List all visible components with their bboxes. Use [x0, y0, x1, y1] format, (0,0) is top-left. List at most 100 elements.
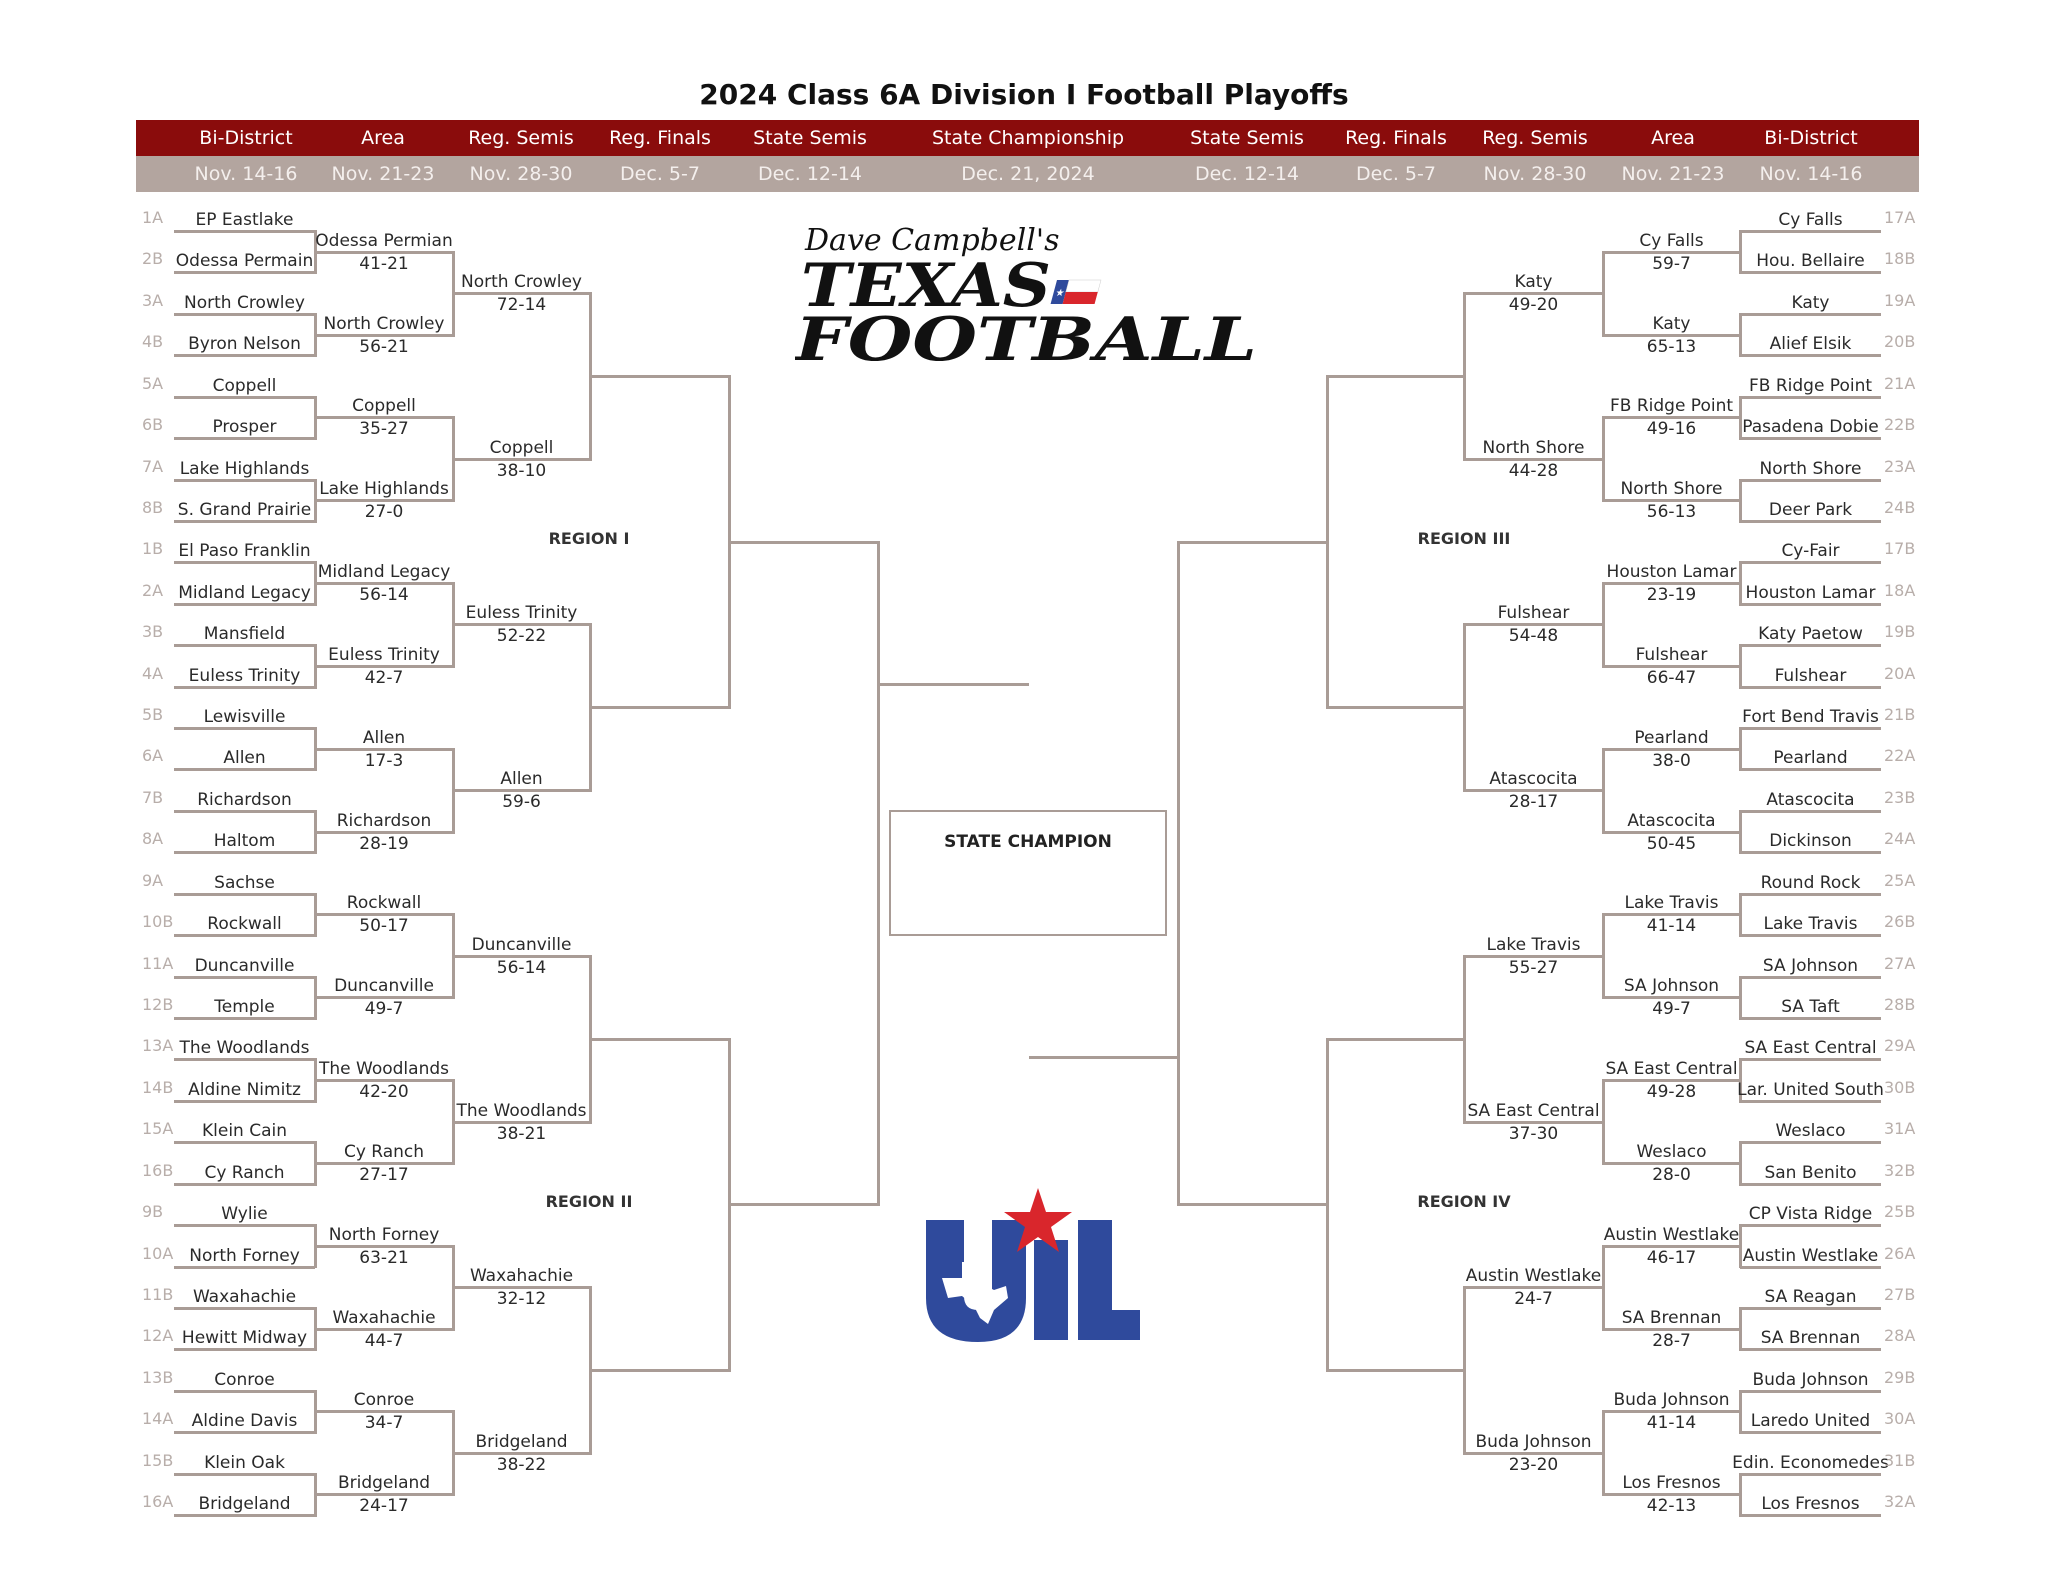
seed-label: 4A [142, 663, 164, 683]
bracket-line [174, 644, 315, 648]
team-name: Cy-Fair [1781, 541, 1840, 562]
team-name: Dickinson [1769, 831, 1852, 852]
seed-label: 4B [142, 332, 164, 352]
winner-name: Atascocita [1627, 810, 1716, 831]
seed-label: 25B [1884, 1202, 1916, 1222]
team-name: Temple [214, 996, 275, 1017]
game-score: 28-19 [359, 833, 409, 854]
bracket-line [174, 519, 315, 523]
seed-label: 21A [1884, 373, 1916, 393]
game-score: 42-13 [1646, 1496, 1697, 1517]
seed-label: 28B [1884, 994, 1916, 1014]
game-score: 34-7 [364, 1413, 404, 1434]
round-dates: Dec. 12-14 [757, 163, 863, 185]
seed-label: 22B [1884, 415, 1916, 435]
game-score: 38-0 [1652, 750, 1691, 771]
game-score: 44-28 [1508, 460, 1559, 481]
winner-name: North Forney [328, 1224, 440, 1245]
bracket-line [1740, 809, 1881, 813]
svg-text:FOOTBALL: FOOTBALL [795, 305, 1257, 370]
bracket-line [174, 1348, 315, 1352]
seed-label: 9B [142, 1202, 164, 1222]
team-name: Bridgeland [198, 1494, 291, 1515]
bracket-line [1740, 1058, 1881, 1062]
round-dates: Dec. 5-7 [1356, 163, 1436, 185]
team-name: Lar. United South [1737, 1079, 1884, 1100]
bracket-line [1178, 540, 1327, 544]
game-score: 38-10 [496, 460, 547, 481]
winner-name: Buda Johnson [1613, 1390, 1730, 1411]
game-score: 59-7 [1652, 253, 1691, 274]
seed-label: 3A [142, 290, 164, 310]
bracket-line [174, 1472, 315, 1476]
winner-name: Waxahachie [332, 1307, 436, 1328]
seed-label: 18B [1884, 249, 1916, 269]
bracket-line [174, 354, 315, 358]
bracket-line [174, 1224, 315, 1228]
game-score: 27-17 [359, 1164, 409, 1185]
seed-label: 6A [142, 746, 164, 766]
round-name: Bi-District [199, 127, 293, 149]
winner-name: Houston Lamar [1606, 562, 1737, 583]
round-dates: Dec. 5-7 [620, 163, 700, 185]
bracket-line [590, 374, 729, 378]
game-score: 49-7 [364, 999, 404, 1020]
seed-label: 2A [142, 580, 164, 600]
team-name: Hewitt Midway [181, 1328, 308, 1349]
team-name: Odessa Permain [175, 251, 314, 272]
team-name: North Forney [189, 1245, 300, 1266]
seed-label: 10B [142, 912, 174, 932]
game-score: 56-14 [359, 585, 409, 606]
winner-name: Atascocita [1489, 769, 1578, 790]
seed-label: 6B [142, 415, 164, 435]
team-name: EP Eastlake [195, 210, 294, 230]
seed-label: 31B [1884, 1450, 1916, 1470]
bracket-line [174, 312, 315, 316]
bracket-line [174, 1099, 315, 1103]
bracket-line [174, 561, 315, 565]
game-score: 54-48 [1508, 626, 1559, 647]
round-dates: Nov. 14-16 [1759, 163, 1863, 185]
winner-name: Coppell [352, 396, 416, 417]
round-name: State Semis [753, 127, 867, 149]
game-score: 55-27 [1508, 957, 1559, 978]
game-score: 65-13 [1646, 336, 1697, 357]
team-name: Klein Oak [204, 1452, 285, 1473]
game-score: 17-3 [364, 750, 404, 771]
game-score: 38-22 [496, 1454, 547, 1475]
team-name: Lake Travis [1763, 914, 1858, 935]
team-name: Wylie [221, 1204, 268, 1225]
bracket-line [174, 768, 315, 772]
round-name: Reg. Semis [468, 127, 574, 149]
team-name: Katy Paetow [1758, 624, 1863, 645]
seed-label: 27B [1884, 1284, 1916, 1304]
round-name: Reg. Semis [1482, 127, 1588, 149]
seed-label: 2B [142, 249, 164, 269]
seed-label: 22A [1884, 746, 1916, 766]
seed-label: 18A [1884, 580, 1916, 600]
bracket-line [1740, 975, 1881, 979]
game-score: 49-20 [1508, 295, 1559, 316]
team-name: Richardson [197, 789, 292, 810]
team-name: Atascocita [1766, 789, 1855, 810]
team-name: SA Brennan [1760, 1328, 1861, 1349]
seed-label: 15B [142, 1450, 174, 1470]
bracket-line [174, 809, 315, 813]
seed-label: 24A [1884, 829, 1916, 849]
seed-label: 7B [142, 787, 164, 807]
bracket-line [174, 271, 315, 275]
winner-name: Richardson [336, 810, 432, 831]
game-score: 44-7 [364, 1330, 404, 1351]
seed-label: 19A [1884, 290, 1916, 310]
team-name: Austin Westlake [1742, 1245, 1879, 1266]
bracket-line [1740, 768, 1881, 772]
seed-label: 17B [1884, 539, 1916, 559]
team-name: Los Fresnos [1761, 1494, 1860, 1515]
team-name: Hou. Bellaire [1756, 251, 1865, 272]
team-name: Edin. Economedes [1732, 1452, 1889, 1473]
texas-football-logo: Dave Campbell's TEXAS ★ FOOTBALL [795, 223, 1257, 370]
seed-label: 29A [1884, 1036, 1916, 1056]
winner-name: Duncanville [471, 934, 572, 955]
winner-name: Cy Ranch [343, 1141, 425, 1162]
game-score: 23-20 [1508, 1454, 1559, 1475]
